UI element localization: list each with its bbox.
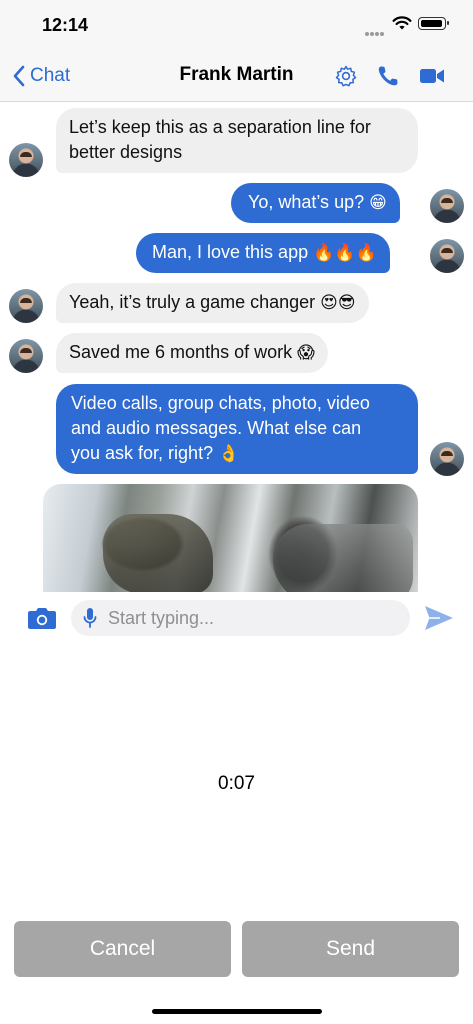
battery-icon (418, 17, 449, 30)
avatar (9, 289, 43, 323)
status-bar: 12:14 (0, 0, 473, 50)
call-button[interactable] (374, 63, 402, 89)
message-text: Yeah, it’s truly a game changer (69, 292, 316, 312)
phone-icon (378, 66, 398, 86)
message-row: Yeah, it’s truly a game changer 😍😎 (0, 283, 473, 327)
message-bubble-incoming[interactable]: Yeah, it’s truly a game changer 😍😎 (56, 283, 369, 323)
message-row: Saved me 6 months of work 😱 (0, 333, 473, 377)
message-row: Man, I love this app 🔥🔥🔥 (0, 233, 473, 277)
avatar (9, 339, 43, 373)
message-text: Video calls, group chats, photo, video (71, 393, 370, 413)
message-text: Yo, what’s up? (248, 192, 365, 212)
message-row: Video calls, group chats, photo, video a… (0, 384, 473, 476)
message-bubble-outgoing[interactable]: Man, I love this app 🔥🔥🔥 (136, 233, 390, 273)
gear-icon (335, 65, 357, 87)
photo-message[interactable] (43, 484, 418, 592)
microphone-icon[interactable] (83, 607, 97, 629)
message-row: Let’s keep this as a separation line for… (0, 108, 473, 177)
video-call-button[interactable] (418, 63, 446, 89)
message-bubble-outgoing[interactable]: Video calls, group chats, photo, video a… (56, 384, 418, 474)
grin-emoji: 😁 (369, 193, 387, 213)
heart-eyes-sunglasses-emoji: 😍😎 (320, 293, 356, 313)
video-camera-icon (420, 69, 444, 83)
scream-emoji: 😱 (297, 343, 315, 363)
message-text: Let’s keep this as a separation line for (69, 117, 371, 137)
page-title: Frank Martin (179, 64, 294, 85)
message-composer: Start typing... (0, 592, 473, 644)
message-text: and audio messages. What else can (71, 418, 362, 438)
message-text: Saved me 6 months of work (69, 342, 293, 362)
message-text: Man, I love this app (152, 242, 309, 262)
camera-icon[interactable] (27, 605, 57, 631)
fire-emoji: 🔥🔥🔥 (313, 243, 377, 263)
wifi-icon (392, 16, 412, 30)
send-button[interactable]: Send (242, 921, 459, 977)
message-list[interactable]: Let’s keep this as a separation line for… (0, 103, 473, 592)
message-input[interactable]: Start typing... (71, 600, 410, 636)
cancel-button[interactable]: Cancel (14, 921, 231, 977)
message-text: better designs (69, 142, 183, 162)
avatar (430, 442, 464, 476)
message-bubble-incoming[interactable]: Saved me 6 months of work 😱 (56, 333, 328, 373)
signal-icon (365, 23, 387, 36)
navigation-bar: Chat Frank Martin (0, 50, 473, 102)
message-bubble-incoming[interactable]: Let’s keep this as a separation line for… (56, 108, 418, 173)
recording-timer: 0:07 (218, 773, 255, 794)
input-placeholder: Start typing... (108, 608, 215, 628)
send-icon[interactable] (424, 603, 454, 633)
message-text: you ask for, right? (71, 443, 214, 463)
message-bubble-outgoing[interactable]: Yo, what’s up? 😁 (231, 183, 400, 223)
avatar (430, 189, 464, 223)
message-row: Yo, what’s up? 😁 (0, 183, 473, 227)
settings-button[interactable] (332, 63, 360, 89)
status-time: 12:14 (42, 15, 89, 35)
home-indicator (152, 1009, 322, 1014)
avatar (430, 239, 464, 273)
avatar (9, 143, 43, 177)
ok-hand-emoji: 👌 (218, 444, 240, 464)
